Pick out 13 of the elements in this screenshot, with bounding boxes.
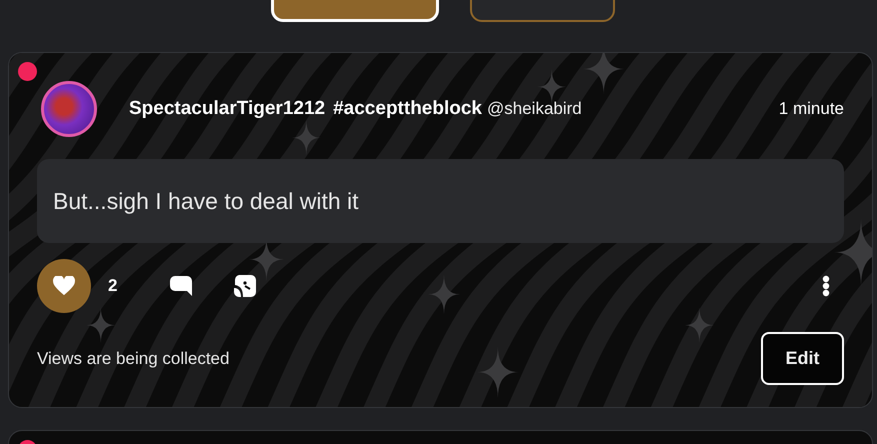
views-status: Views are being collected	[37, 348, 230, 368]
author-name[interactable]: SpectacularTiger1212	[129, 98, 326, 120]
comment-button[interactable]	[169, 275, 194, 297]
like-count: 2	[108, 276, 118, 296]
avatar[interactable]	[41, 81, 97, 137]
more-options-icon[interactable]	[822, 275, 830, 297]
hashtag[interactable]: #accepttheblock	[333, 98, 482, 120]
author-handle[interactable]: @sheikabird	[487, 99, 582, 119]
heart-icon	[53, 276, 75, 296]
share-button[interactable]	[233, 274, 258, 298]
edit-button[interactable]: Edit	[761, 332, 844, 385]
message-text: But...sigh I have to deal with it	[37, 159, 844, 243]
post-time: 1 minute	[778, 99, 844, 119]
